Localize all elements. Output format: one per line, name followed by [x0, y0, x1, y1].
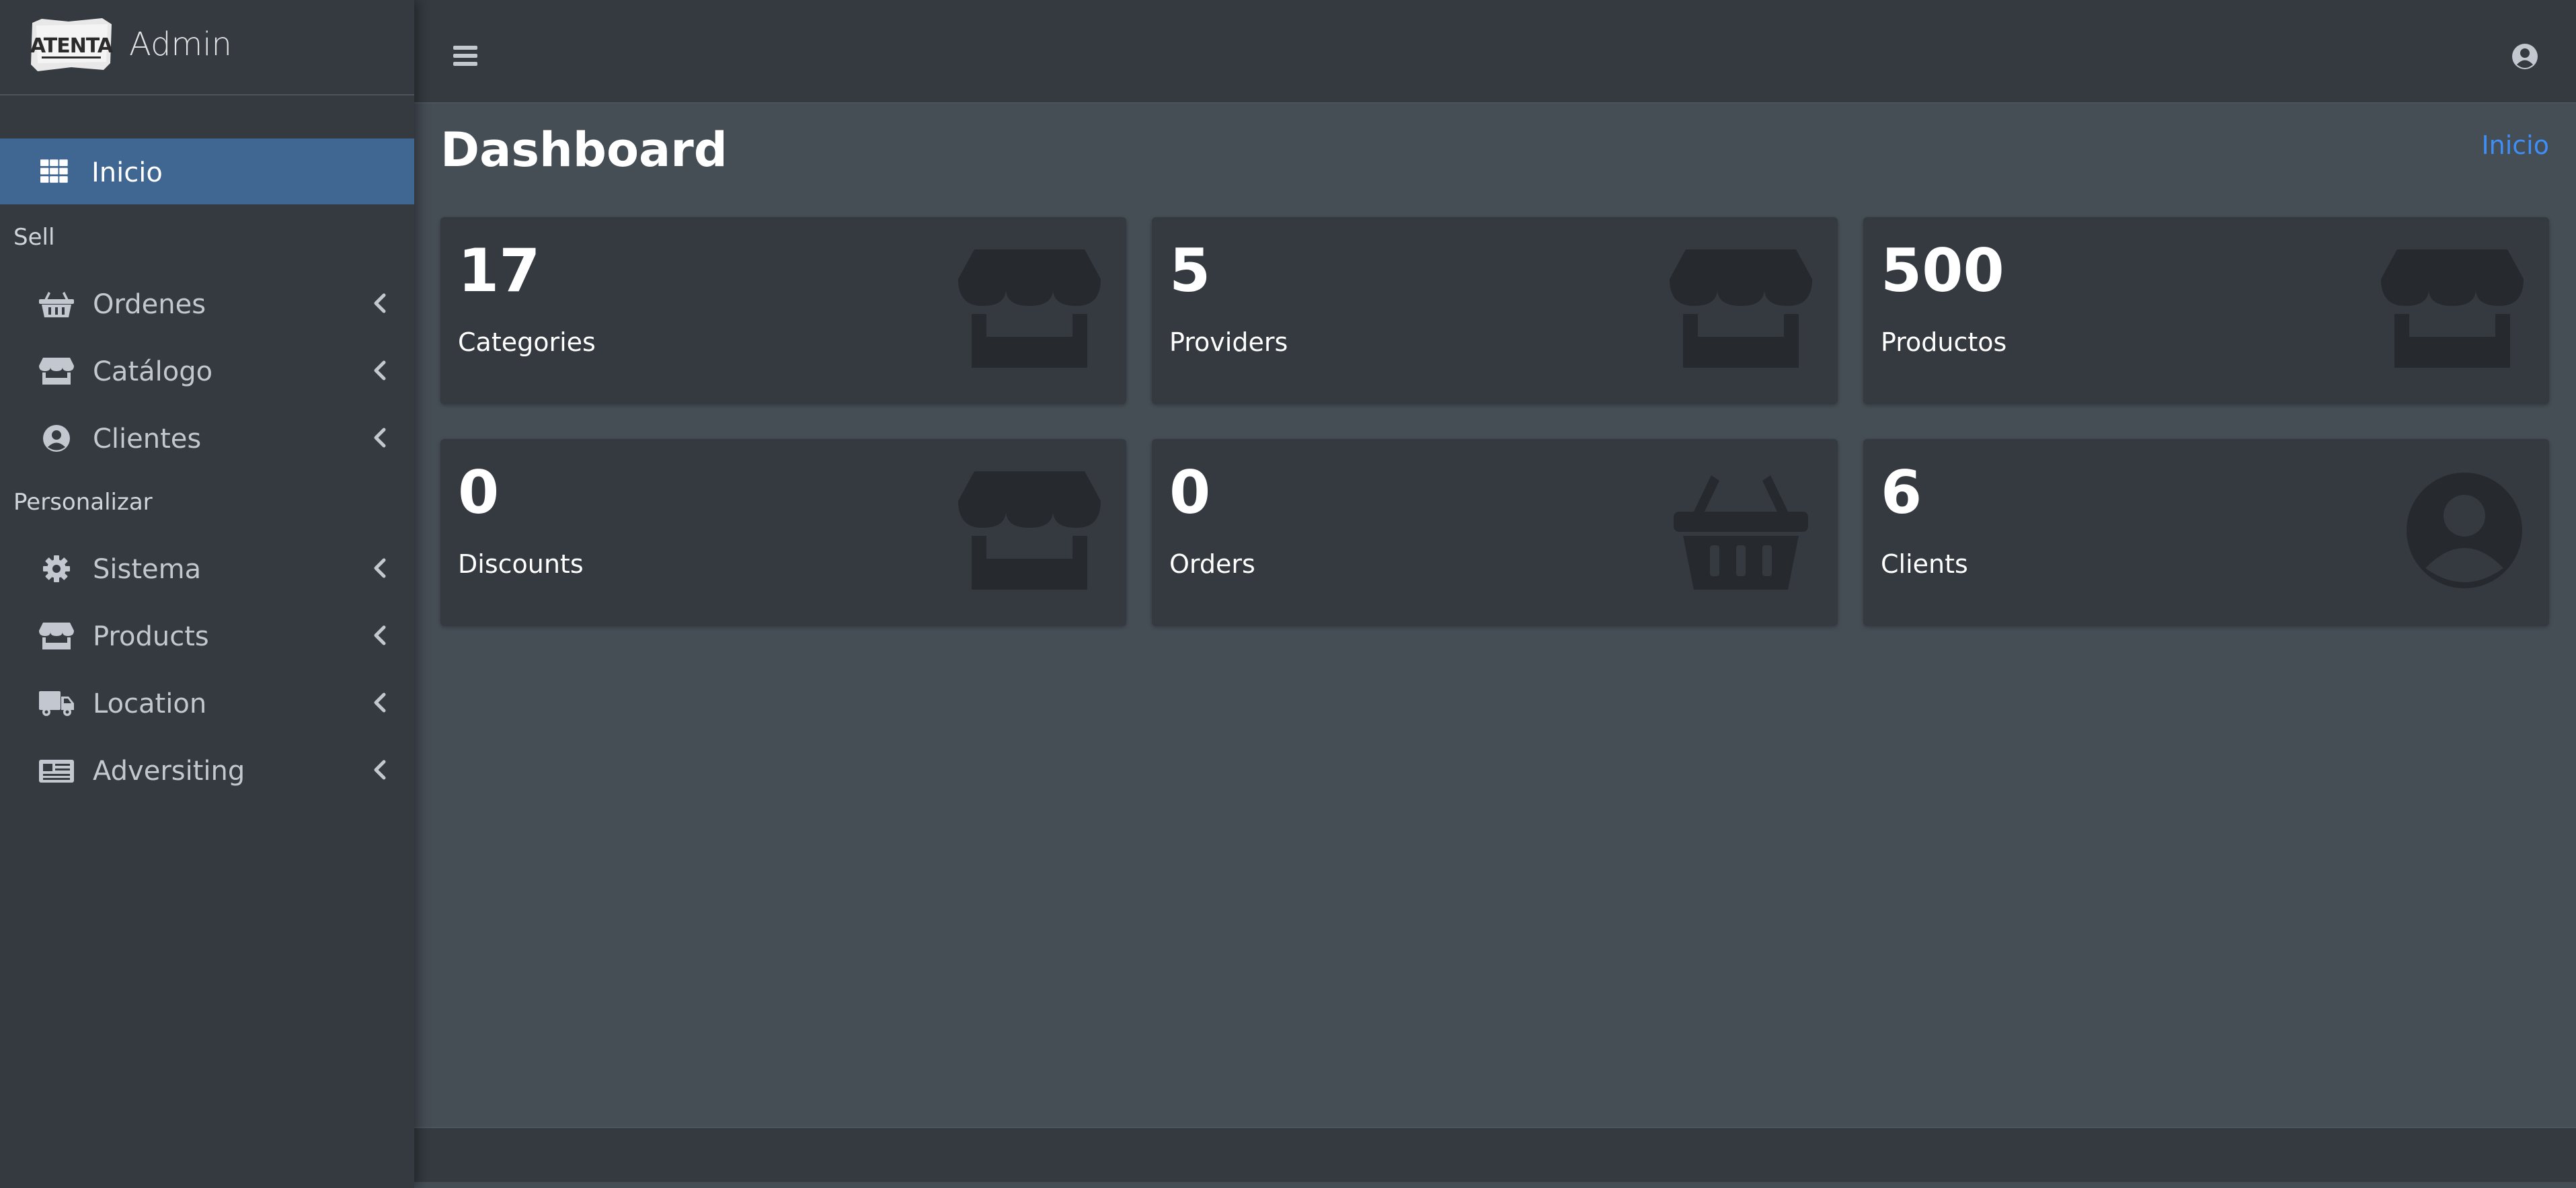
stat-value: 500	[1881, 236, 2004, 305]
stat-label: Categories	[458, 327, 596, 357]
stat-card-providers[interactable]: 5 Providers	[1152, 217, 1838, 404]
store-icon	[39, 623, 74, 649]
stat-value: 17	[458, 236, 541, 305]
footer	[414, 1127, 2576, 1182]
stat-label: Clients	[1881, 549, 1968, 579]
stat-label: Orders	[1169, 549, 1255, 579]
nav-header-sell: Sell	[13, 224, 55, 251]
basket-icon	[39, 292, 74, 317]
sidebar-item-label: Catálogo	[93, 356, 213, 387]
nav-header-personalizar: Personalizar	[13, 489, 153, 516]
stat-value: 0	[1169, 458, 1211, 527]
stat-card-orders[interactable]: 0 Orders	[1152, 439, 1838, 626]
sidebar-item-ordenes[interactable]: Ordenes	[0, 270, 414, 336]
sidebar-item-label: Location	[93, 688, 207, 719]
stat-label: Discounts	[458, 549, 584, 579]
store-icon	[958, 471, 1101, 590]
svg-text:ATENTA: ATENTA	[30, 34, 114, 58]
sidebar-item-label: Inicio	[91, 157, 163, 188]
top-navbar	[414, 0, 2576, 104]
store-icon	[39, 358, 74, 385]
sidebar: ATENTA Admin Inicio Sell Ordenes Catálog…	[0, 0, 414, 1188]
sidebar-item-products[interactable]: Products	[0, 602, 414, 668]
sidebar-item-label: Products	[93, 621, 209, 652]
store-icon	[1670, 249, 1812, 368]
sidebar-item-catalogo[interactable]: Catálogo	[0, 338, 414, 403]
truck-icon	[39, 691, 74, 716]
grid-icon	[40, 159, 68, 183]
user-circle-icon	[2407, 473, 2522, 588]
sidebar-item-label: Ordenes	[93, 289, 206, 320]
stat-card-categories[interactable]: 17 Categories	[440, 217, 1126, 404]
chevron-left-icon	[374, 760, 386, 780]
brand-logo: ATENTA	[30, 18, 114, 71]
sidebar-item-inicio[interactable]: Inicio	[0, 138, 414, 204]
chevron-left-icon	[374, 625, 386, 645]
chevron-left-icon	[374, 428, 386, 448]
stat-label: Productos	[1881, 327, 2007, 357]
chevron-left-icon	[374, 293, 386, 313]
user-circle-icon	[43, 425, 70, 452]
sidebar-item-label: Clientes	[93, 424, 202, 454]
chevron-left-icon	[374, 558, 386, 578]
sidebar-item-label: Adversiting	[93, 756, 245, 787]
sidebar-item-location[interactable]: Location	[0, 670, 414, 736]
stat-value: 0	[458, 458, 500, 527]
stat-card-productos[interactable]: 500 Productos	[1863, 217, 2549, 404]
page-title: Dashboard	[440, 122, 728, 177]
sidebar-item-label: Sistema	[93, 554, 202, 585]
stat-value: 6	[1881, 458, 1922, 527]
store-icon	[958, 249, 1101, 368]
store-icon	[2381, 249, 2524, 368]
hamburger-icon[interactable]	[453, 44, 477, 67]
chevron-left-icon	[374, 360, 386, 381]
user-circle-icon[interactable]	[2511, 43, 2538, 70]
basket-icon	[1674, 475, 1808, 590]
brand-title: Admin	[129, 26, 232, 63]
newspaper-icon	[39, 760, 74, 783]
breadcrumb-inicio[interactable]: Inicio	[2481, 130, 2549, 160]
brand-link[interactable]: ATENTA Admin	[0, 0, 414, 95]
stat-card-discounts[interactable]: 0 Discounts	[440, 439, 1126, 626]
stat-card-clients[interactable]: 6 Clients	[1863, 439, 2549, 626]
gear-icon	[43, 555, 70, 582]
sidebar-item-adversiting[interactable]: Adversiting	[0, 737, 414, 803]
stat-label: Providers	[1169, 327, 1288, 357]
sidebar-item-clientes[interactable]: Clientes	[0, 405, 414, 471]
sidebar-item-sistema[interactable]: Sistema	[0, 535, 414, 601]
stat-value: 5	[1169, 236, 1211, 305]
chevron-left-icon	[374, 692, 386, 713]
